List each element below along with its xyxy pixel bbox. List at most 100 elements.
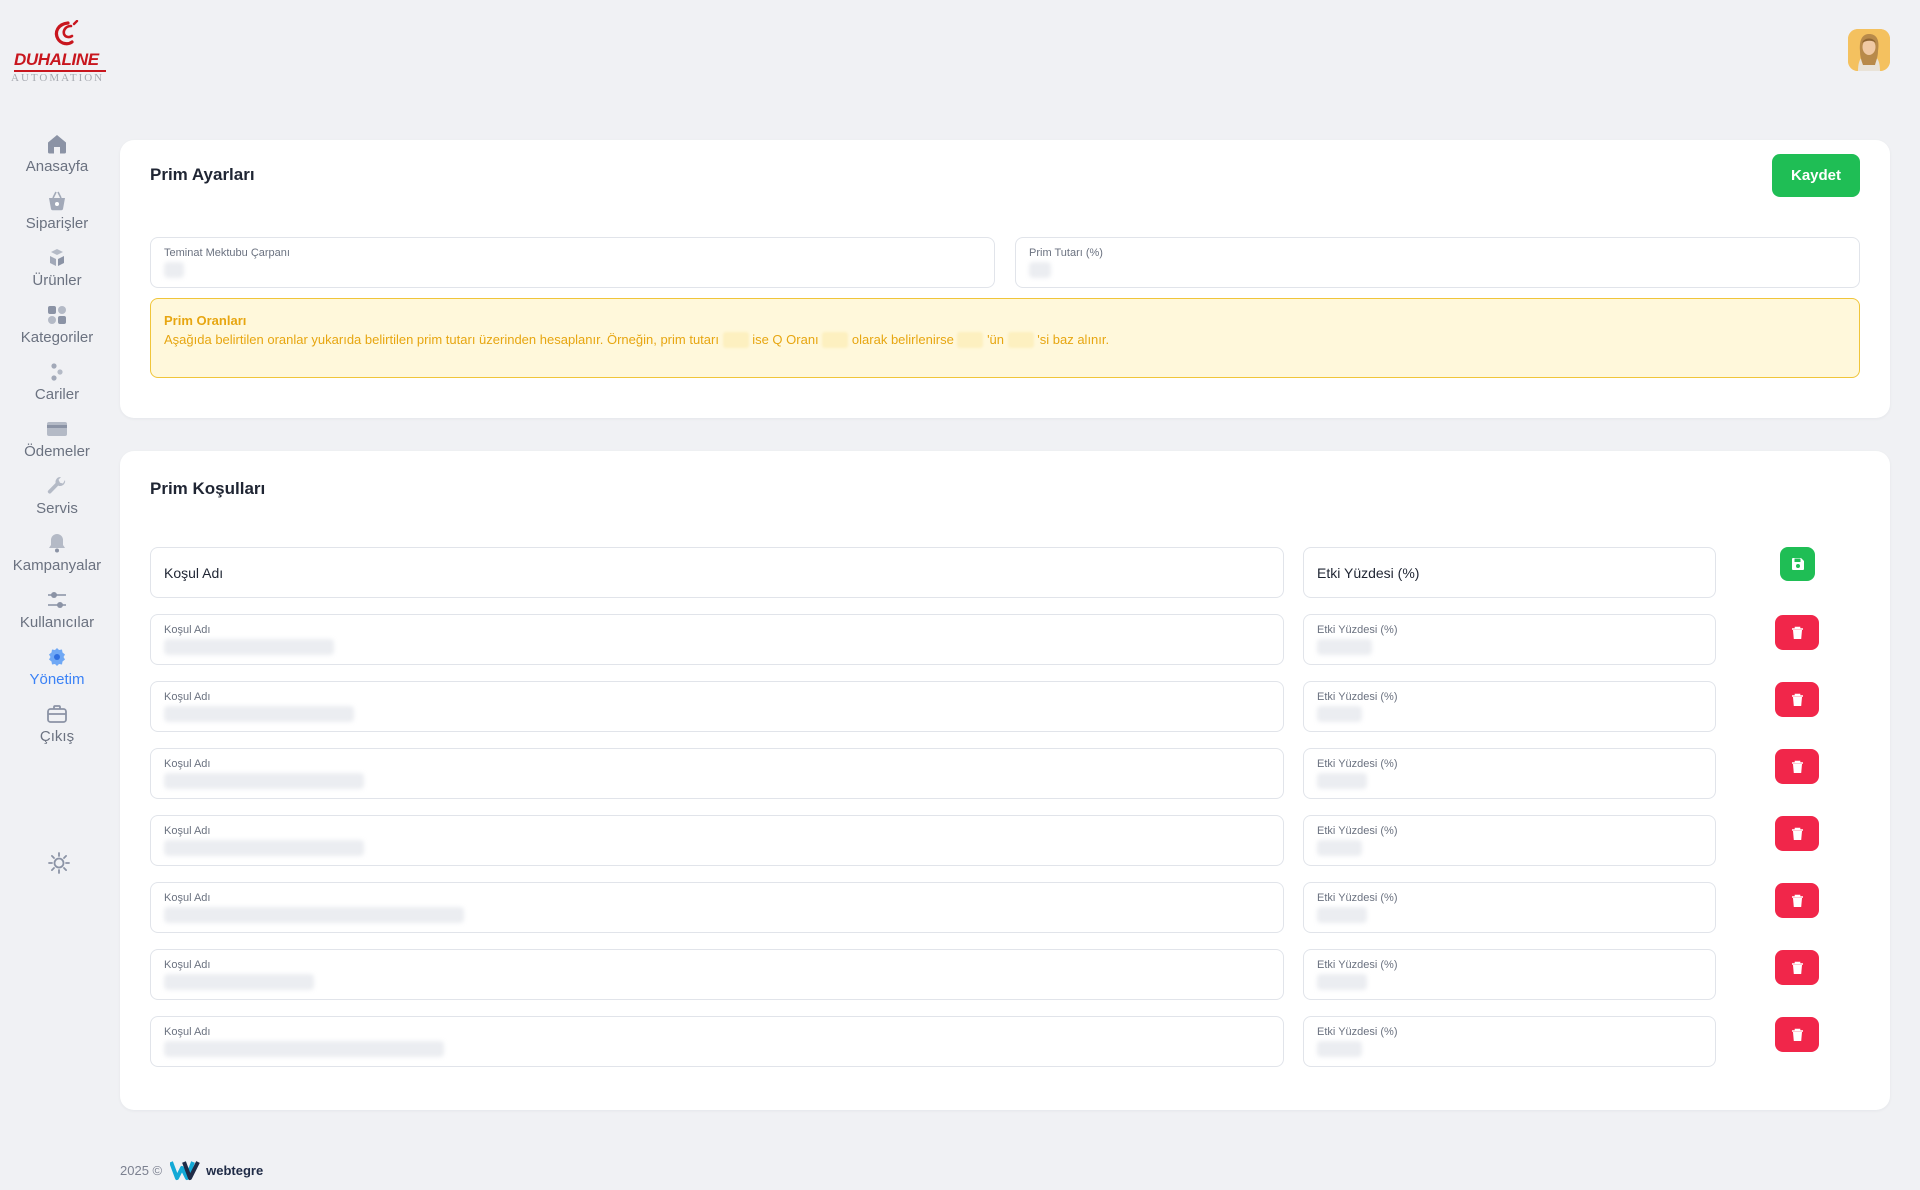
alert-text-part: Aşağıda belirtilen oranlar yukarıda beli… (164, 332, 719, 347)
briefcase-icon (47, 705, 67, 723)
field-value-redacted (1317, 639, 1372, 655)
delete-condition-button[interactable] (1775, 615, 1819, 650)
trash-icon (1791, 827, 1803, 840)
field-value-redacted (164, 773, 364, 789)
condition-percent-field[interactable]: Etki Yüzdesi (%) (1303, 949, 1716, 1000)
trash-icon (1791, 760, 1803, 773)
footer-brand[interactable]: webtegre (206, 1163, 263, 1178)
condition-percent-field[interactable]: Etki Yüzdesi (%) (1303, 1016, 1716, 1067)
sidebar-item-label: Yönetim (29, 671, 85, 688)
redacted-value (722, 332, 749, 348)
input-placeholder: Etki Yüzdesi (%) (1317, 565, 1420, 581)
sidebar-item-label: Kampanyalar (12, 557, 102, 574)
delete-condition-button[interactable] (1775, 682, 1819, 717)
sidebar-item-servis[interactable]: Servis (0, 474, 114, 531)
floppy-disk-icon (1791, 558, 1804, 570)
condition-name-field[interactable]: Koşul Adı (150, 614, 1284, 665)
save-button[interactable]: Kaydet (1772, 154, 1860, 197)
gear-icon (49, 648, 65, 666)
new-condition-name-input[interactable]: Koşul Adı (150, 547, 1284, 598)
boxes-icon (50, 249, 64, 266)
field-value-redacted (164, 1041, 444, 1057)
sidebar-item-siparisler[interactable]: Siparişler (0, 189, 114, 246)
users-icon (51, 363, 63, 381)
sliders-icon (48, 592, 66, 608)
info-alert: Prim Oranları Aşağıda belirtilen oranlar… (150, 298, 1860, 378)
field-label: Koşul Adı (164, 825, 211, 837)
redacted-value (822, 332, 849, 348)
sidebar-item-label: Siparişler (25, 215, 89, 232)
trash-icon (1791, 894, 1803, 907)
delete-condition-button[interactable] (1775, 950, 1819, 985)
sidebar-item-cariler[interactable]: Cariler (0, 360, 114, 417)
delete-condition-button[interactable] (1775, 883, 1819, 918)
sidebar-item-urunler[interactable]: Ürünler (0, 246, 114, 303)
sidebar-item-odemeler[interactable]: Ödemeler (0, 417, 114, 474)
credit-card-icon (47, 422, 67, 436)
delete-condition-button[interactable] (1775, 1017, 1819, 1052)
add-condition-button[interactable] (1780, 547, 1815, 581)
alert-text-part: 'si baz alınır. (1037, 332, 1110, 347)
delete-condition-button[interactable] (1775, 749, 1819, 784)
logo-wordmark: DUHALINE (14, 50, 99, 69)
condition-percent-field[interactable]: Etki Yüzdesi (%) (1303, 614, 1716, 665)
condition-percent-field[interactable]: Etki Yüzdesi (%) (1303, 815, 1716, 866)
logo-tagline: AUTOMATION (11, 72, 105, 84)
sidebar-item-label: Çıkış (39, 728, 75, 745)
condition-name-field[interactable]: Koşul Adı (150, 748, 1284, 799)
footer-copyright: 2025 © (120, 1162, 163, 1178)
sidebar-item-anasayfa[interactable]: Anasayfa (0, 132, 114, 189)
user-avatar[interactable] (1848, 29, 1890, 71)
field-label: Etki Yüzdesi (%) (1317, 758, 1398, 770)
delete-condition-button[interactable] (1775, 816, 1819, 851)
condition-name-field[interactable]: Koşul Adı (150, 949, 1284, 1000)
sidebar-item-label: Ödemeler (24, 443, 90, 460)
field-label: Koşul Adı (164, 1026, 211, 1038)
home-icon (48, 135, 66, 154)
trash-icon (1791, 693, 1803, 706)
condition-name-field[interactable]: Koşul Adı (150, 681, 1284, 732)
redacted-value (957, 332, 984, 348)
alert-text: Aşağıda belirtilen oranlar yukarıda beli… (164, 332, 1109, 348)
condition-name-field[interactable]: Koşul Adı (150, 815, 1284, 866)
sidebar-nav: Anasayfa Siparişler Ürünler Kategoriler … (0, 132, 114, 759)
prim-settings-card: Prim Ayarları Kaydet Teminat Mektubu Çar… (120, 140, 1890, 418)
condition-percent-field[interactable]: Etki Yüzdesi (%) (1303, 748, 1716, 799)
sidebar-item-label: Anasayfa (25, 158, 89, 175)
condition-name-field[interactable]: Koşul Adı (150, 882, 1284, 933)
brand-logo[interactable]: DUHALINE AUTOMATION (8, 20, 112, 84)
field-label: Etki Yüzdesi (%) (1317, 959, 1398, 971)
sidebar-item-yonetim[interactable]: Yönetim (0, 645, 114, 702)
wrench-icon (47, 476, 66, 494)
sidebar-item-label: Kategoriler (20, 329, 94, 346)
condition-percent-field[interactable]: Etki Yüzdesi (%) (1303, 882, 1716, 933)
sidebar-item-kampanyalar[interactable]: Kampanyalar (0, 531, 114, 588)
field-label: Teminat Mektubu Çarpanı (164, 247, 290, 259)
condition-percent-field[interactable]: Etki Yüzdesi (%) (1303, 681, 1716, 732)
alert-text-part: 'ün (987, 332, 1005, 347)
condition-name-field[interactable]: Koşul Adı (150, 1016, 1284, 1067)
sidebar-item-kategoriler[interactable]: Kategoriler (0, 303, 114, 360)
sidebar-item-kullanicilar[interactable]: Kullanıcılar (0, 588, 114, 645)
multiplier-field[interactable]: Teminat Mektubu Çarpanı (150, 237, 995, 288)
sidebar-item-label: Kullanıcılar (19, 614, 95, 631)
sidebar-item-cikis[interactable]: Çıkış (0, 702, 114, 759)
sidebar-item-label: Cariler (34, 386, 80, 403)
prim-amount-field[interactable]: Prim Tutarı (%) (1015, 237, 1860, 288)
field-value-redacted (1317, 840, 1362, 856)
alert-text-part: olarak belirlenirse (851, 332, 954, 347)
category-icon (48, 306, 66, 324)
new-condition-percent-input[interactable]: Etki Yüzdesi (%) (1303, 547, 1716, 598)
sun-icon[interactable] (47, 851, 71, 875)
field-value-redacted (1317, 773, 1367, 789)
field-label: Etki Yüzdesi (%) (1317, 892, 1398, 904)
field-label: Koşul Adı (164, 758, 211, 770)
field-label: Etki Yüzdesi (%) (1317, 825, 1398, 837)
redacted-value (1007, 332, 1034, 348)
field-label: Etki Yüzdesi (%) (1317, 1026, 1398, 1038)
basket-icon (49, 191, 65, 211)
field-label: Etki Yüzdesi (%) (1317, 624, 1398, 636)
field-value-redacted (1317, 907, 1367, 923)
page-title: Prim Ayarları (150, 165, 255, 184)
webtegre-logo-icon[interactable] (170, 1159, 200, 1181)
